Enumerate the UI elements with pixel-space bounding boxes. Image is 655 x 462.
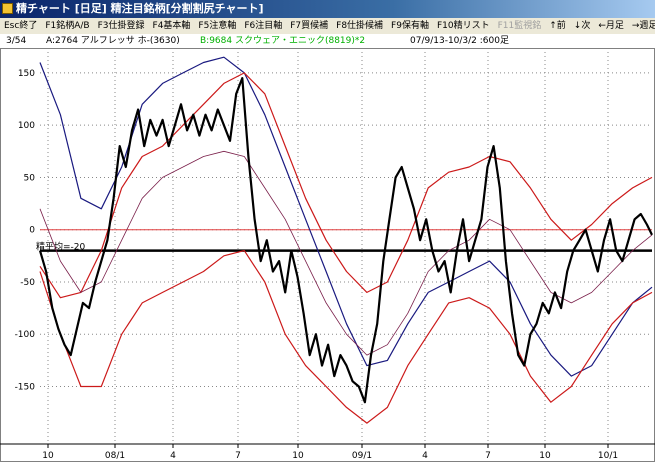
window-title: 精チャート [日足] 精注目銘柄[分割割尻チャート] [16, 2, 264, 15]
menu-item-2[interactable]: F3仕掛登録 [94, 18, 149, 34]
y-tick-label: 50 [24, 173, 36, 183]
x-tick-label: 7 [235, 451, 241, 461]
y-tick-label: -150 [15, 383, 36, 393]
menu-item-6[interactable]: F7買候補 [286, 18, 332, 34]
x-tick-label: 10/1 [598, 451, 618, 461]
series-mid-line [39, 150, 653, 356]
menu-item-0[interactable]: Esc終了 [0, 18, 41, 34]
menu-item-11[interactable]: ↑前 [545, 18, 570, 34]
series-upper-line [39, 72, 653, 299]
menu-item-13[interactable]: ←月足 [594, 18, 628, 34]
stock-info-bar: 3/54 A:2764 アルフレッサ ホ-(3630) B:9684 スクウェア… [0, 34, 655, 48]
stock-a-label: A:2764 アルフレッサ ホ-(3630) [46, 36, 180, 46]
menu-item-10[interactable]: F11監視銘 [494, 18, 546, 34]
menu-item-3[interactable]: F4基本軸 [149, 18, 195, 34]
menu-item-12[interactable]: ↓次 [570, 18, 595, 34]
app-icon [2, 3, 13, 14]
y-tick-label: 100 [18, 121, 35, 131]
y-tick-label: -50 [20, 278, 35, 288]
x-tick-label: 09/1 [352, 451, 372, 461]
x-tick-label: 10 [42, 451, 54, 461]
x-tick-label: 10 [539, 451, 551, 461]
menu-item-14[interactable]: →週足 [628, 18, 655, 34]
x-tick-label: 4 [170, 451, 176, 461]
date-range-label: 07/9/13-10/3/2 :600足 [410, 36, 509, 46]
x-tick-label: 10 [292, 451, 304, 461]
function-key-menu: Esc終了 F1銘柄A/B F3仕掛登録 F4基本軸 F5注意軸 F6注目軸 F7買候補 F8… [0, 18, 655, 34]
y-tick-label: 150 [18, 69, 35, 79]
x-tick-label: 08/1 [105, 451, 125, 461]
series-main-line [38, 77, 653, 404]
x-tick-label: 7 [485, 451, 491, 461]
x-tick-label: 4 [422, 451, 428, 461]
menu-item-9[interactable]: F10精リスト [433, 18, 494, 34]
reference-line-label: 精平均=-20 [36, 241, 86, 253]
price-chart[interactable]: 150 100 50 0 -50 -100 -150 10 08/1 4 7 10 09/1 4 7 10 10… [0, 48, 655, 462]
menu-item-5[interactable]: F6注目軸 [240, 18, 286, 34]
menu-item-8[interactable]: F9保有軸 [387, 18, 433, 34]
stock-b-label: B:9684 スクウェア・エニック(8819)*2 [200, 36, 366, 46]
chart-counter: 3/54 [6, 36, 27, 46]
title-bar: 精チャート [日足] 精注目銘柄[分割割尻チャート] [0, 0, 655, 18]
menu-item-4[interactable]: F5注意軸 [194, 18, 240, 34]
series-outer-line [39, 56, 653, 377]
y-tick-label: -100 [15, 330, 36, 340]
menu-item-1[interactable]: F1銘柄A/B [41, 18, 93, 34]
y-tick-label: 0 [29, 226, 35, 236]
series-lower-line [39, 250, 653, 424]
menu-item-7[interactable]: F8仕掛候補 [332, 18, 387, 34]
